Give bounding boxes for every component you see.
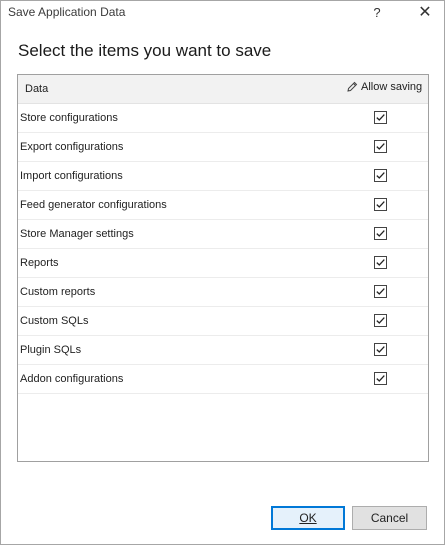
allow-saving-checkbox[interactable]	[374, 198, 387, 211]
checkmark-icon	[376, 143, 385, 150]
allow-saving-checkbox[interactable]	[374, 314, 387, 327]
table-row[interactable]: Feed generator configurations	[18, 191, 428, 220]
allow-saving-checkbox[interactable]	[374, 256, 387, 269]
column-header-allow-saving[interactable]: Allow saving	[346, 81, 422, 93]
row-label: Store Manager settings	[20, 228, 134, 240]
grid-rows: Store configurations Export configuration…	[18, 104, 428, 394]
pencil-icon	[347, 81, 358, 92]
row-label: Plugin SQLs	[20, 344, 82, 356]
ok-button[interactable]: OK	[271, 506, 345, 530]
table-row[interactable]: Custom SQLs	[18, 307, 428, 336]
table-row[interactable]: Plugin SQLs	[18, 336, 428, 365]
table-row[interactable]: Import configurations	[18, 162, 428, 191]
help-button[interactable]: ?	[365, 3, 389, 23]
row-label: Store configurations	[20, 112, 118, 124]
table-row[interactable]: Export configurations	[18, 133, 428, 162]
table-row[interactable]: Addon configurations	[18, 365, 428, 394]
table-row[interactable]: Store Manager settings	[18, 220, 428, 249]
allow-saving-checkbox[interactable]	[374, 140, 387, 153]
allow-saving-checkbox[interactable]	[374, 343, 387, 356]
checkmark-icon	[376, 114, 385, 121]
window-title: Save Application Data	[8, 5, 126, 19]
column-header-allow-saving-label: Allow saving	[361, 81, 423, 93]
allow-saving-checkbox[interactable]	[374, 372, 387, 385]
checkmark-icon	[376, 259, 385, 266]
checkmark-icon	[376, 375, 385, 382]
table-row[interactable]: Store configurations	[18, 104, 428, 133]
allow-saving-checkbox[interactable]	[374, 111, 387, 124]
items-grid: Data Allow saving Store configurations Ex…	[17, 74, 429, 462]
ok-button-label: OK	[299, 511, 317, 525]
checkmark-icon	[376, 230, 385, 237]
row-label: Custom SQLs	[20, 315, 89, 327]
close-button[interactable]: ✕	[412, 3, 438, 23]
allow-saving-checkbox[interactable]	[374, 227, 387, 240]
title-bar: Save Application Data ? ✕	[1, 1, 444, 25]
grid-header: Data Allow saving	[18, 75, 428, 104]
allow-saving-checkbox[interactable]	[374, 169, 387, 182]
row-label: Export configurations	[20, 141, 124, 153]
checkmark-icon	[376, 346, 385, 353]
row-label: Feed generator configurations	[20, 199, 167, 211]
table-row[interactable]: Custom reports	[18, 278, 428, 307]
checkmark-icon	[376, 317, 385, 324]
cancel-button[interactable]: Cancel	[352, 506, 427, 530]
checkmark-icon	[376, 201, 385, 208]
allow-saving-checkbox[interactable]	[374, 285, 387, 298]
table-row[interactable]: Reports	[18, 249, 428, 278]
row-label: Addon configurations	[20, 373, 124, 385]
column-header-data[interactable]: Data	[25, 83, 48, 95]
page-title: Select the items you want to save	[18, 41, 272, 60]
checkmark-icon	[376, 288, 385, 295]
row-label: Reports	[20, 257, 59, 269]
row-label: Import configurations	[20, 170, 123, 182]
row-label: Custom reports	[20, 286, 96, 298]
save-application-data-dialog: Save Application Data ? ✕ Select the ite…	[0, 0, 445, 545]
checkmark-icon	[376, 172, 385, 179]
